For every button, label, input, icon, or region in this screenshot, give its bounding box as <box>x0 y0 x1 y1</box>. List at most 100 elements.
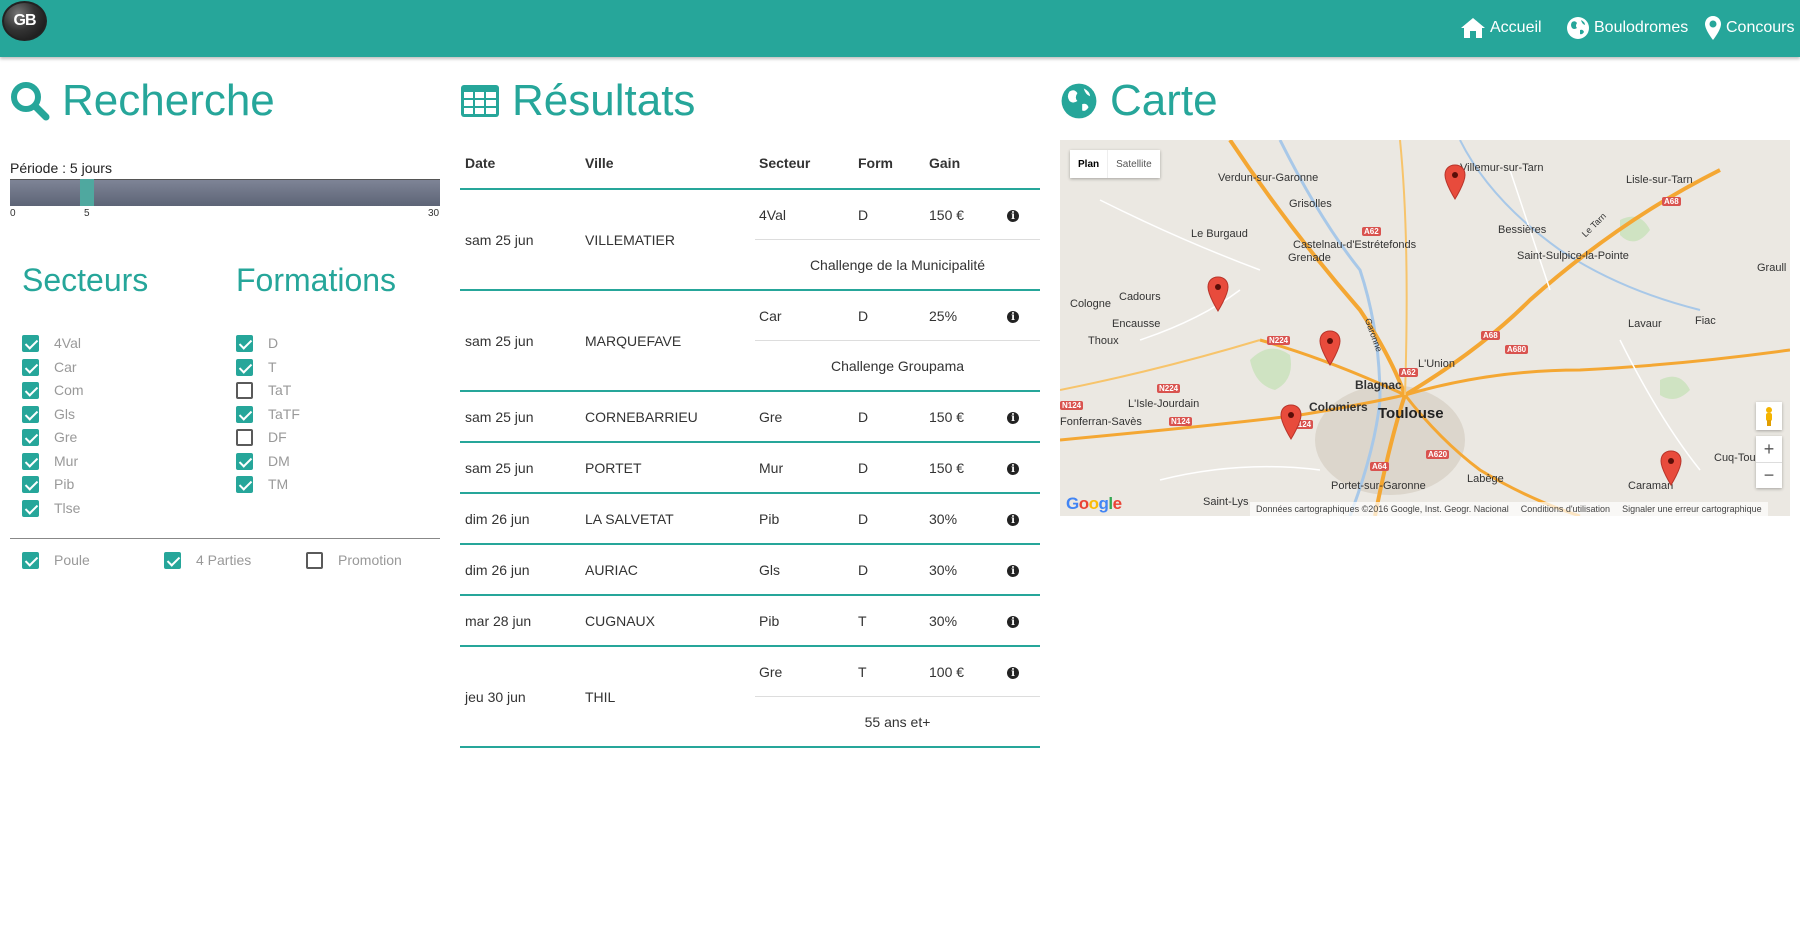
street-view-pegman[interactable] <box>1756 402 1782 430</box>
cell-date: jeu 30 jun <box>465 689 526 705</box>
map-report-error-link[interactable]: Signaler une erreur cartographique <box>1622 504 1762 514</box>
sector-checkbox[interactable]: Pib <box>22 474 74 494</box>
checkbox-box[interactable] <box>236 381 253 399</box>
formation-label: D <box>268 335 279 351</box>
checkbox-box[interactable] <box>22 381 39 399</box>
formation-label: TaT <box>268 382 292 398</box>
app-logo[interactable]: GB <box>2 1 47 41</box>
info-icon[interactable]: i <box>1007 311 1019 323</box>
info-icon[interactable]: i <box>1007 210 1019 222</box>
map-marker-icon[interactable] <box>1319 330 1341 366</box>
map-marker-icon[interactable] <box>1207 276 1229 312</box>
sector-checkbox[interactable]: Mur <box>22 451 78 471</box>
formation-checkbox[interactable]: D <box>236 333 278 353</box>
zoom-in-button[interactable]: + <box>1756 436 1782 462</box>
period-label: Période : 5 jours <box>10 160 112 176</box>
road-shield: A62 <box>1399 368 1418 377</box>
info-icon[interactable]: i <box>1007 565 1019 577</box>
sector-checkbox[interactable]: Com <box>22 380 84 400</box>
search-icon <box>11 82 50 121</box>
table-row[interactable]: sam 25 jun VILLEMATIER 4Val D 150 € i Ch… <box>460 190 1040 291</box>
cell-ville: CORNEBARRIEU <box>585 409 698 425</box>
checkbox-box[interactable] <box>22 334 39 352</box>
checkbox-box[interactable] <box>236 452 253 470</box>
map-label: Cologne <box>1070 298 1111 310</box>
map-canvas[interactable]: A62 A68 N224 A62 A68 A680 N124 N224 N124… <box>1060 140 1790 516</box>
nav-accueil[interactable]: Accueil <box>1460 10 1542 46</box>
cell-secteur: Gre <box>759 664 783 680</box>
checkbox-box[interactable] <box>22 428 39 446</box>
checkbox-box[interactable] <box>22 551 39 569</box>
sector-checkbox[interactable]: Gls <box>22 404 75 424</box>
checkbox-box[interactable] <box>236 428 253 446</box>
sector-checkbox[interactable]: 4Val <box>22 333 81 353</box>
option-4-parties-checkbox[interactable]: 4 Parties <box>164 550 251 570</box>
road-shield: N124 <box>1169 417 1193 426</box>
checkbox-box[interactable] <box>22 475 39 493</box>
checkbox-box[interactable] <box>22 452 39 470</box>
sector-checkbox[interactable]: Car <box>22 357 77 377</box>
map-type-plan-button[interactable]: Plan <box>1070 150 1107 178</box>
checkbox-box[interactable] <box>236 334 253 352</box>
map-marker-icon[interactable] <box>1660 450 1682 486</box>
checkbox-box[interactable] <box>22 405 39 423</box>
table-row[interactable]: sam 25 jun MARQUEFAVE Car D 25% i Challe… <box>460 291 1040 392</box>
nav-boulodromes[interactable]: Boulodromes <box>1566 10 1688 46</box>
table-row[interactable]: mar 28 jun CUGNAUX Pib T 30% i <box>460 596 1040 647</box>
option-poule-checkbox[interactable]: Poule <box>22 550 90 570</box>
table-row[interactable]: dim 26 jun LA SALVETAT Pib D 30% i <box>460 494 1040 545</box>
checkbox-box[interactable] <box>164 551 181 569</box>
sector-checkbox[interactable]: Tlse <box>22 498 80 518</box>
info-icon[interactable]: i <box>1007 616 1019 628</box>
map-label: Labège <box>1467 473 1504 485</box>
formation-checkbox[interactable]: DF <box>236 427 287 447</box>
formation-checkbox[interactable]: DM <box>236 451 290 471</box>
column-header-date[interactable]: Date <box>465 155 495 171</box>
column-header-secteur[interactable]: Secteur <box>759 155 810 171</box>
table-row[interactable]: sam 25 jun PORTET Mur D 150 € i <box>460 443 1040 494</box>
zoom-out-button[interactable]: − <box>1756 462 1782 488</box>
search-title: Recherche <box>10 76 275 126</box>
checkbox-box[interactable] <box>236 405 253 423</box>
google-logo[interactable]: Google <box>1066 494 1122 514</box>
map-label: Saint-Sulpice-la-Pointe <box>1517 250 1629 262</box>
map-label: Blagnac <box>1355 378 1402 392</box>
table-row[interactable]: sam 25 jun CORNEBARRIEU Gre D 150 € i <box>460 392 1040 443</box>
map-marker-icon[interactable] <box>1280 404 1302 440</box>
zoom-controls: + − <box>1756 436 1782 488</box>
table-icon <box>461 85 499 117</box>
sector-checkbox[interactable]: Gre <box>22 427 77 447</box>
formation-checkbox[interactable]: TM <box>236 474 288 494</box>
checkbox-box[interactable] <box>22 358 39 376</box>
column-header-gain[interactable]: Gain <box>929 155 960 171</box>
checkbox-box[interactable] <box>306 551 323 569</box>
period-slider-track[interactable] <box>10 179 440 206</box>
map-marker-icon[interactable] <box>1444 164 1466 200</box>
table-row[interactable]: jeu 30 jun THIL Gre T 100 € i 55 ans et+ <box>460 647 1040 748</box>
column-header-form[interactable]: Form <box>858 155 893 171</box>
road-shield: A680 <box>1505 345 1529 354</box>
info-icon[interactable]: i <box>1007 463 1019 475</box>
checkbox-box[interactable] <box>236 475 253 493</box>
nav-concours[interactable]: Concours <box>1704 10 1794 46</box>
info-icon[interactable]: i <box>1007 514 1019 526</box>
column-header-ville[interactable]: Ville <box>585 155 614 171</box>
formation-checkbox[interactable]: TaT <box>236 380 291 400</box>
map-label: Portet-sur-Garonne <box>1331 480 1426 492</box>
cell-ville: AURIAC <box>585 562 638 578</box>
formation-checkbox[interactable]: T <box>236 357 277 377</box>
info-icon[interactable]: i <box>1007 412 1019 424</box>
cell-note: Challenge de la Municipalité <box>809 257 986 273</box>
map-terms-link[interactable]: Conditions d'utilisation <box>1521 504 1610 514</box>
formation-checkbox[interactable]: TaTF <box>236 404 300 424</box>
info-icon[interactable]: i <box>1007 667 1019 679</box>
checkbox-box[interactable] <box>22 499 39 517</box>
map-title-text: Carte <box>1110 76 1218 125</box>
cell-ville: VILLEMATIER <box>585 232 675 248</box>
table-row[interactable]: dim 26 jun AURIAC Gls D 30% i <box>460 545 1040 596</box>
row-inner-divider <box>755 340 1040 341</box>
map-type-satellite-button[interactable]: Satellite <box>1107 150 1160 178</box>
option-promotion-checkbox[interactable]: Promotion <box>306 550 402 570</box>
checkbox-box[interactable] <box>236 358 253 376</box>
period-slider-handle[interactable] <box>80 179 94 206</box>
